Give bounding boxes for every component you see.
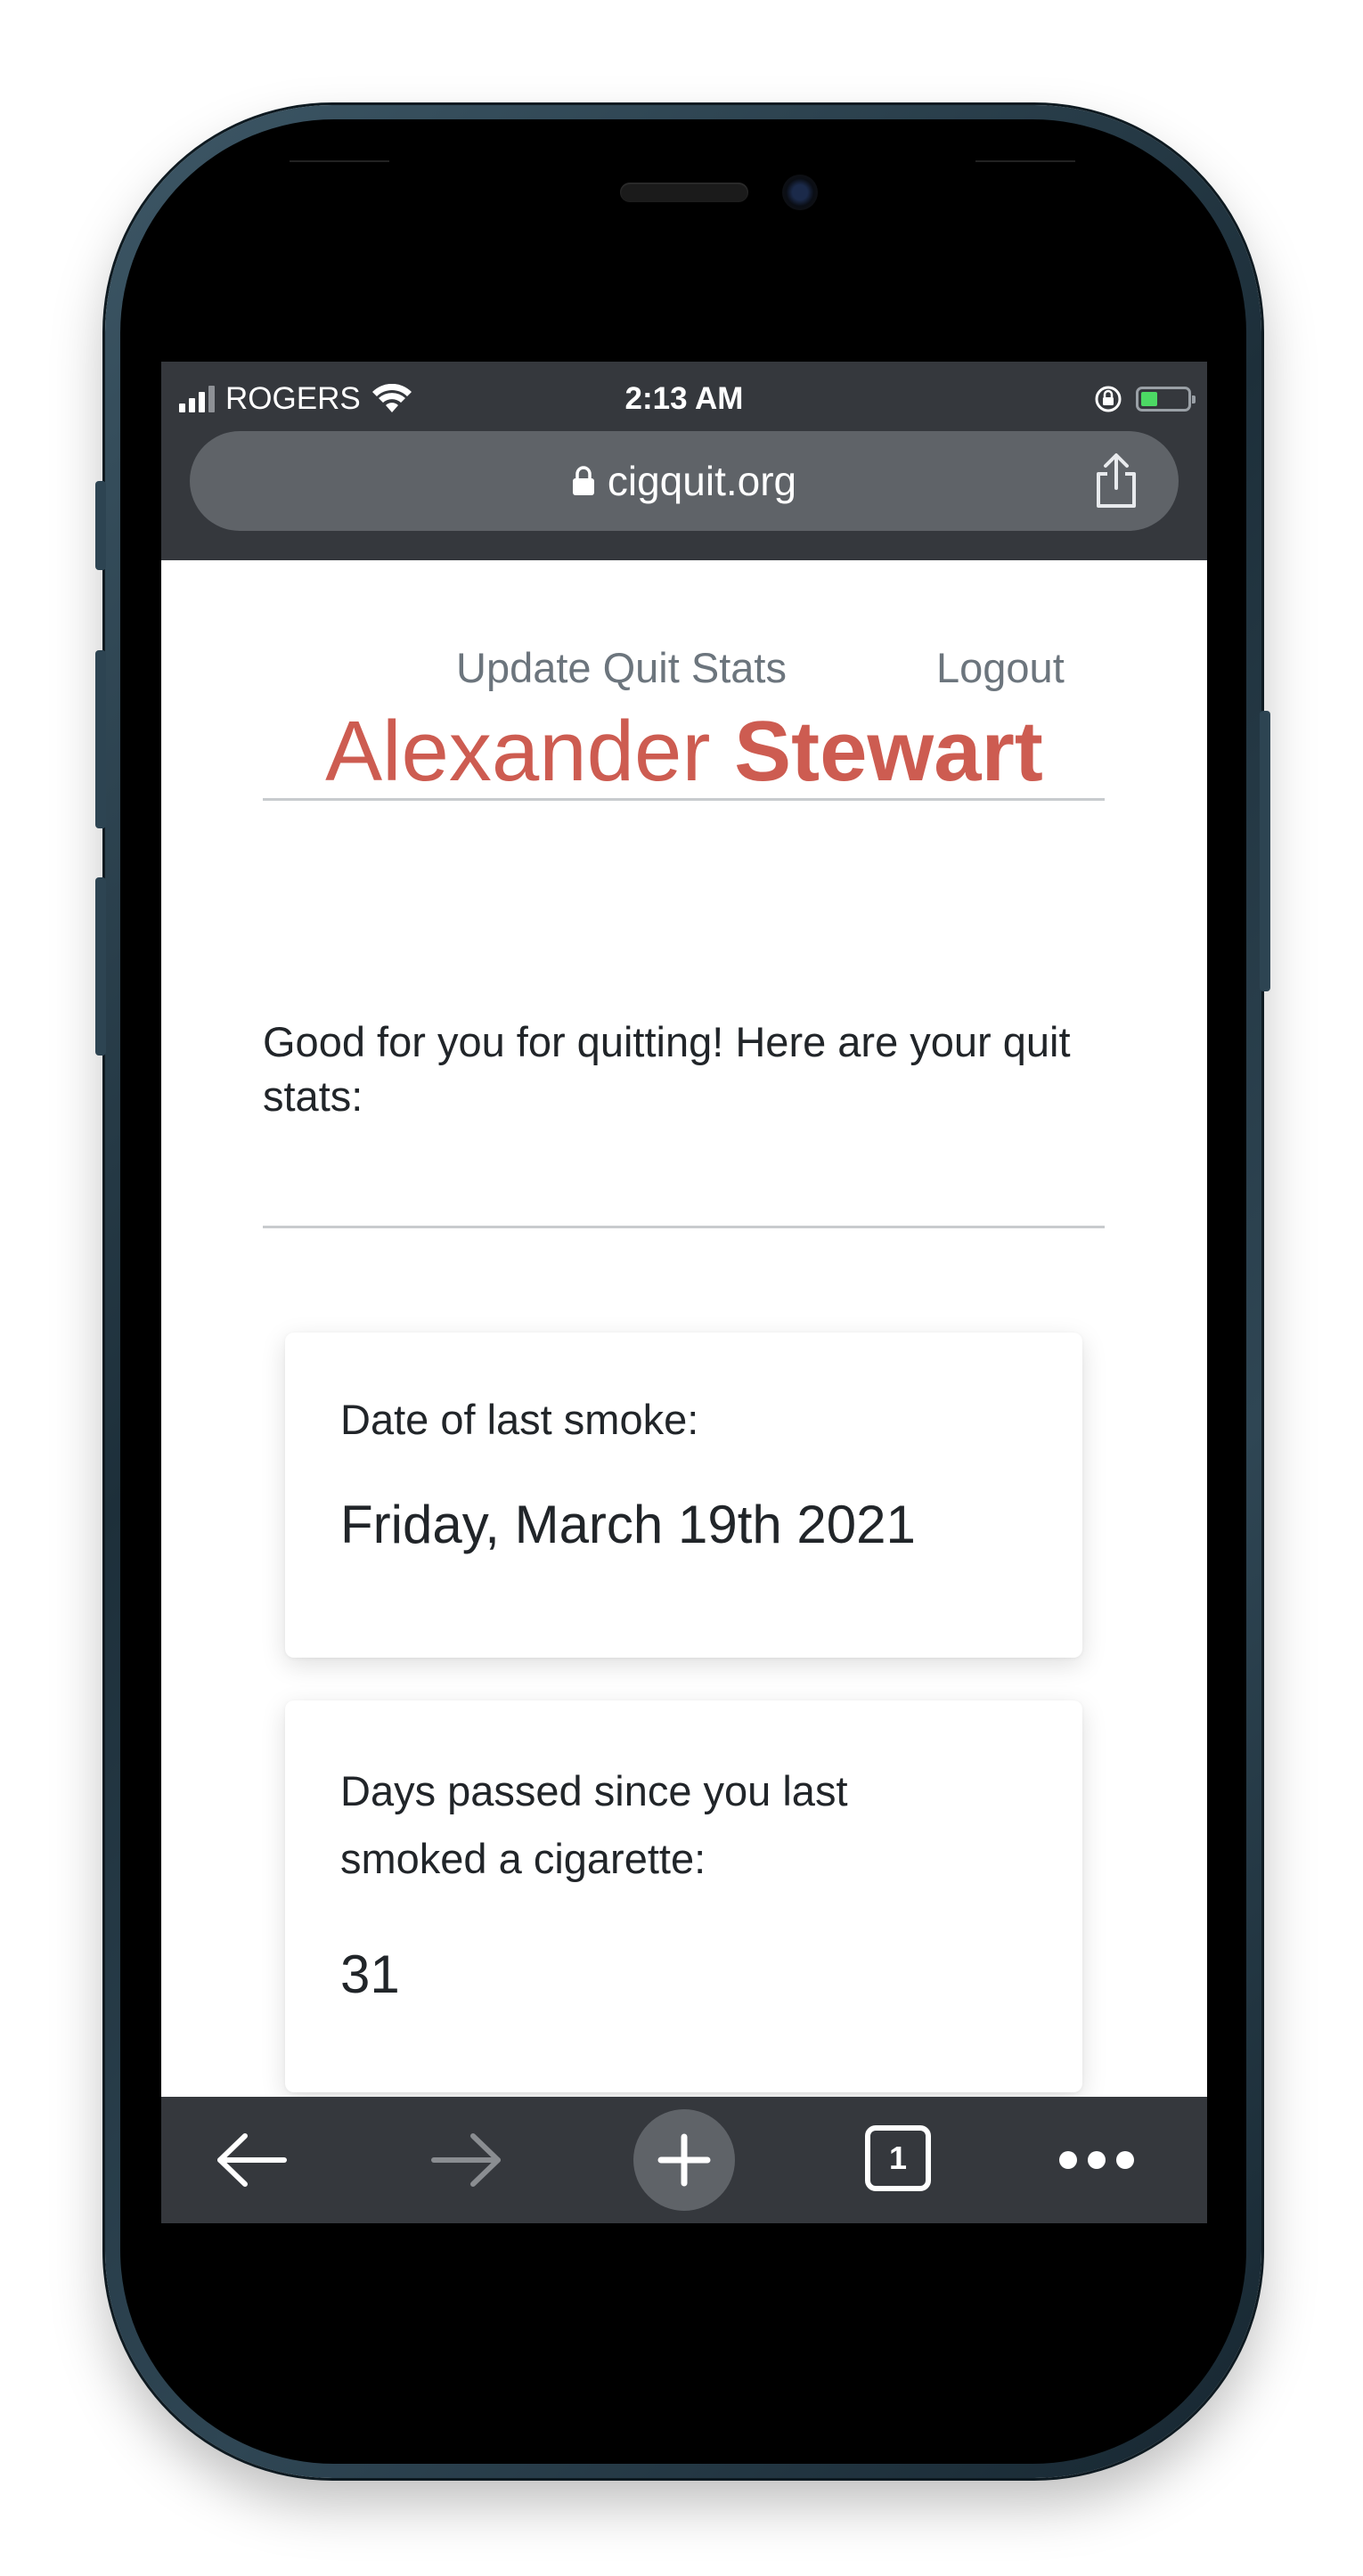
status-time: 2:13 AM [624, 381, 744, 416]
divider-middle [263, 1226, 1105, 1228]
user-name-heading: Alexander Stewart [161, 698, 1207, 805]
screen: ROGERS 2:13 AM cigquit.org Update Quit S… [161, 362, 1207, 2223]
stat-label: Days passed since you last smoked a ciga… [340, 1767, 848, 1882]
more-menu-icon[interactable] [1057, 2147, 1136, 2173]
wifi-icon [371, 384, 412, 412]
back-arrow-icon[interactable] [211, 2129, 291, 2191]
stat-card-last-smoke: Date of last smoke: Friday, March 19th 2… [285, 1333, 1082, 1658]
carrier-name: ROGERS [225, 381, 361, 416]
intro-text: Good for you for quitting! Here are your… [263, 1018, 1071, 1120]
status-left: ROGERS [179, 374, 412, 424]
mute-switch [95, 481, 106, 570]
address-bar[interactable]: cigquit.org [190, 431, 1179, 531]
forward-arrow-icon[interactable] [427, 2129, 507, 2191]
bezel-line-right [975, 160, 1075, 162]
front-camera [782, 175, 818, 210]
tab-switcher-button[interactable]: 1 [865, 2125, 931, 2191]
earpiece-speaker [620, 183, 748, 202]
stat-value: Friday, March 19th 2021 [340, 1495, 916, 1554]
cellular-signal-icon [179, 386, 215, 412]
lock-icon [572, 466, 594, 495]
browser-top-bar: ROGERS 2:13 AM cigquit.org [161, 362, 1207, 560]
stat-value: 31 [340, 1944, 400, 2004]
update-quit-stats-link[interactable]: Update Quit Stats [456, 641, 787, 695]
logout-link[interactable]: Logout [936, 641, 1065, 695]
battery-icon [1136, 387, 1196, 412]
volume-down-button [95, 877, 106, 1056]
stat-label: Date of last smoke: [340, 1396, 699, 1443]
share-icon[interactable] [1090, 452, 1143, 509]
power-button [1260, 711, 1270, 991]
plus-icon [657, 2133, 711, 2187]
first-name: Alexander [325, 704, 711, 799]
last-name: Stewart [734, 704, 1043, 799]
volume-up-button [95, 650, 106, 828]
browser-bottom-toolbar: 1 [161, 2097, 1207, 2223]
orientation-lock-icon [1095, 386, 1122, 412]
stat-card-days-passed: Days passed since you last smoked a ciga… [285, 1700, 1082, 2092]
bezel-line-left [290, 160, 389, 162]
new-tab-button[interactable] [633, 2109, 735, 2211]
url-text: cigquit.org [607, 458, 797, 504]
tab-count: 1 [888, 2140, 908, 2176]
status-right [1093, 374, 1196, 424]
